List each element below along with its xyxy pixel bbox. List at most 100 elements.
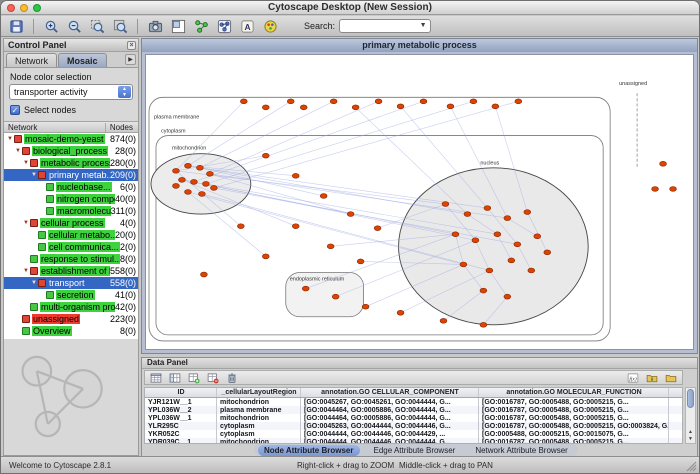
network-node[interactable] (262, 105, 269, 110)
tree-expand-arrow[interactable]: ▼ (22, 160, 30, 166)
network-node[interactable] (492, 104, 499, 109)
network-node[interactable] (357, 259, 364, 264)
table-cell[interactable]: [GO:0045267, GO:0045261, GO:0044444, G..… (301, 398, 479, 406)
node-color-combobox[interactable]: transporter activity ▲▼ (9, 84, 133, 100)
network-node[interactable] (374, 226, 381, 231)
network-node[interactable] (185, 163, 192, 168)
zoom-in-icon[interactable] (41, 17, 61, 35)
table-row[interactable]: YJR121W__1mitochondrion[GO:0045267, GO:0… (145, 398, 682, 406)
network-node[interactable] (302, 286, 309, 291)
network-node[interactable] (179, 177, 186, 182)
column-header[interactable]: ID (145, 388, 217, 397)
new-attribute-icon[interactable] (186, 371, 202, 384)
network-node[interactable] (287, 99, 294, 104)
network-canvas[interactable]: plasma membranecytoplasmmitochondrionnuc… (145, 54, 694, 350)
network-node[interactable] (515, 99, 522, 104)
tab-scroll-right-icon[interactable]: ▶ (125, 54, 136, 65)
tree-row[interactable]: cellular metabo...20(0) (4, 229, 138, 241)
network-node[interactable] (440, 318, 447, 323)
network-node[interactable] (660, 161, 667, 166)
delete-attribute-icon[interactable] (205, 371, 221, 384)
table-cell[interactable]: YDR039C__1 (145, 438, 217, 444)
network-node[interactable] (327, 244, 334, 249)
table-cell[interactable]: cytoplasm (217, 422, 301, 430)
network-node[interactable] (480, 288, 487, 293)
network-node[interactable] (524, 210, 531, 215)
tab-mosaic[interactable]: Mosaic (58, 53, 107, 67)
network-node[interactable] (375, 99, 382, 104)
table-cell[interactable]: YPL036W__1 (145, 414, 217, 422)
tree-row[interactable]: ▼establishment of l...558(0) (4, 265, 138, 277)
table-cell[interactable]: cytoplasm (217, 430, 301, 438)
import-table-icon[interactable] (644, 371, 660, 384)
network-edge[interactable] (206, 101, 474, 184)
tree-column-nodes[interactable]: Nodes (105, 123, 133, 132)
network-node[interactable] (514, 242, 521, 247)
tree-row[interactable]: ▼mosaic-demo-yeast874(0) (4, 133, 138, 145)
trash-icon[interactable] (224, 371, 240, 384)
network-node[interactable] (362, 304, 369, 309)
network-node[interactable] (262, 153, 269, 158)
search-box[interactable]: ▼ (339, 19, 431, 33)
network-green-icon[interactable] (191, 17, 211, 35)
network-node[interactable] (508, 258, 515, 263)
tree-row[interactable]: macromolecule...311(0) (4, 205, 138, 217)
zoom-out-icon[interactable] (64, 17, 84, 35)
table-cell[interactable]: [GO:0005488, GO:0005215, GO:0015075, G..… (479, 430, 669, 438)
network-node[interactable] (197, 165, 204, 170)
table-cell[interactable]: YKR052C (145, 430, 217, 438)
table-cell[interactable]: [GO:0016787, GO:0005488, GO:0005215, G..… (479, 398, 669, 406)
annotation-icon[interactable]: A (237, 17, 257, 35)
birdseye-icon[interactable] (168, 17, 188, 35)
table-cell[interactable]: mitochondrion (217, 398, 301, 406)
network-node[interactable] (300, 105, 307, 110)
network-node[interactable] (670, 186, 677, 191)
table-cell[interactable]: [GO:0044464, GO:0005886, GO:0044444, G..… (301, 406, 479, 414)
table-cell[interactable]: [GO:0016787, GO:0005488, GO:0005215, G..… (479, 414, 669, 422)
network-node[interactable] (201, 272, 208, 277)
table-grid-icon[interactable] (148, 371, 164, 384)
table-cell[interactable]: YPL036W__2 (145, 406, 217, 414)
table-cell[interactable]: [GO:0016787, GO:0005488, GO:0005215, G..… (479, 406, 669, 414)
tab-network[interactable]: Network (6, 53, 57, 67)
network-node[interactable] (472, 238, 479, 243)
table-row[interactable]: YPL036W__2plasma membrane[GO:0044464, GO… (145, 406, 682, 414)
snapshot-icon[interactable] (145, 17, 165, 35)
zoom-fit-icon[interactable] (110, 17, 130, 35)
network-node[interactable] (464, 212, 471, 217)
tree-row[interactable]: ▼metabolic process280(0) (4, 157, 138, 169)
tab-node-attribute-browser[interactable]: Node Attribute Browser (258, 445, 360, 456)
network-node[interactable] (185, 190, 192, 195)
network-node[interactable] (292, 224, 299, 229)
table-cell[interactable]: mitochondrion (217, 414, 301, 422)
network-node[interactable] (460, 262, 467, 267)
zoom-selected-icon[interactable] (87, 17, 107, 35)
titlebar[interactable]: Cytoscape Desktop (New Session) (1, 1, 699, 15)
network-node[interactable] (262, 254, 269, 259)
search-dropdown-arrow-icon[interactable]: ▼ (417, 20, 429, 32)
network-node[interactable] (240, 99, 247, 104)
column-header[interactable]: annotation.GO CELLULAR_COMPONENT (301, 388, 479, 397)
network-node[interactable] (330, 99, 337, 104)
tree-row[interactable]: secretion41(0) (4, 289, 138, 301)
network-view-title[interactable]: primary metabolic process (142, 39, 697, 52)
network-node[interactable] (173, 183, 180, 188)
table-cell[interactable]: plasma membrane (217, 406, 301, 414)
network-node[interactable] (504, 216, 511, 221)
network-node[interactable] (210, 185, 217, 190)
network-node[interactable] (237, 224, 244, 229)
network-node[interactable] (486, 268, 493, 273)
network-graph[interactable]: plasma membranecytoplasmmitochondrionnuc… (146, 55, 693, 349)
tree-expand-arrow[interactable]: ▼ (22, 220, 30, 226)
network-node[interactable] (494, 232, 501, 237)
table-cell[interactable]: YJR121W__1 (145, 398, 217, 406)
network-node[interactable] (534, 234, 541, 239)
tree-row[interactable]: response to stimul...8(0) (4, 253, 138, 265)
network-node[interactable] (470, 99, 477, 104)
network-node[interactable] (452, 232, 459, 237)
column-header[interactable]: _cellularLayoutRegion (217, 388, 301, 397)
network-node[interactable] (397, 104, 404, 109)
table-row[interactable]: YLR295Ccytoplasm[GO:0045263, GO:0044444,… (145, 422, 682, 430)
select-attributes-icon[interactable] (167, 371, 183, 384)
table-cell[interactable]: [GO:0045263, GO:0044444, GO:0044446, G..… (301, 422, 479, 430)
